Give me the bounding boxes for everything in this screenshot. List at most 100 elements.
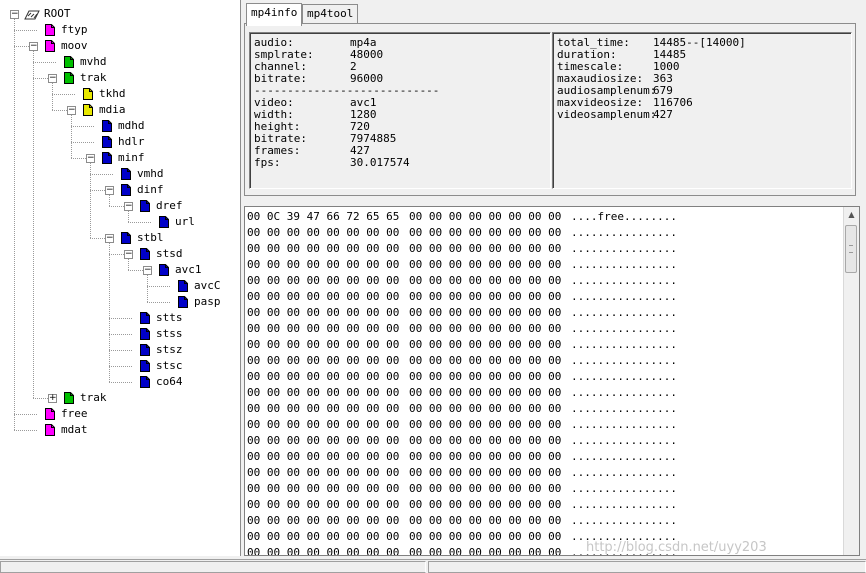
atom-icon <box>140 344 150 356</box>
tree-node-label: trak <box>80 391 107 404</box>
tree-node-label: trak <box>80 71 107 84</box>
root-icon <box>24 9 40 20</box>
tree-node-label: avc1 <box>175 263 202 276</box>
tab-mp4tool[interactable]: mp4tool <box>302 4 359 24</box>
tree-connector <box>90 158 91 238</box>
hex-bytes-right: 00 00 00 00 00 00 00 00 <box>409 354 562 367</box>
tree-connector <box>90 190 105 191</box>
atom-icon <box>83 104 93 116</box>
atom-tree[interactable]: − ROOT ftyp − moov mvhd − trak tkhd − mdia mdhd hdlr… <box>0 0 241 556</box>
scroll-up-icon[interactable]: ▲ <box>844 207 859 222</box>
tree-node-label: mdat <box>61 423 88 436</box>
hex-bytes-left: 00 00 00 00 00 00 00 00 <box>247 498 400 511</box>
hex-bytes-left: 00 00 00 00 00 00 00 00 <box>247 386 400 399</box>
collapse-toggle-icon[interactable]: − <box>124 202 133 211</box>
tree-connector <box>109 254 124 255</box>
atom-icon <box>159 264 169 276</box>
atom-icon <box>140 328 150 340</box>
tree-connector <box>128 270 143 271</box>
collapse-toggle-icon[interactable]: − <box>143 266 152 275</box>
hex-view[interactable]: 00 0C 39 47 66 72 65 65 00 00 00 00 00 00… <box>244 206 860 556</box>
tree-node-label: stsz <box>156 343 183 356</box>
atom-icon <box>102 136 112 148</box>
tree-node-label: free <box>61 407 88 420</box>
hex-bytes-left: 00 0C 39 47 66 72 65 65 <box>247 210 400 223</box>
hex-bytes-right: 00 00 00 00 00 00 00 00 <box>409 306 562 319</box>
hex-bytes-left: 00 00 00 00 00 00 00 00 <box>247 338 400 351</box>
hex-ascii: ................ <box>571 386 677 399</box>
stream-info-box[interactable]: audio: mp4a smplrate: 48000 channel: 2 bitrate… <box>249 32 551 189</box>
tree-node-label: pasp <box>194 295 221 308</box>
collapse-toggle-icon[interactable]: − <box>67 106 76 115</box>
atom-icon <box>45 40 55 52</box>
collapse-toggle-icon[interactable]: − <box>105 234 114 243</box>
tree-connector <box>90 174 113 175</box>
collapse-toggle-icon[interactable]: − <box>10 10 19 19</box>
atom-icon <box>45 424 55 436</box>
vertical-scrollbar[interactable]: ▲ <box>843 207 859 555</box>
collapse-toggle-icon[interactable]: − <box>48 74 57 83</box>
atom-icon <box>140 376 150 388</box>
atom-icon <box>45 408 55 420</box>
tree-node-label: ROOT <box>44 7 71 20</box>
hex-ascii: ................ <box>571 274 677 287</box>
hex-bytes-right: 00 00 00 00 00 00 00 00 <box>409 450 562 463</box>
atom-icon <box>140 360 150 372</box>
tree-node-label: dinf <box>137 183 164 196</box>
hex-bytes-left: 00 00 00 00 00 00 00 00 <box>247 354 400 367</box>
expand-toggle-icon[interactable]: + <box>48 394 57 403</box>
hex-ascii: ................ <box>571 466 677 479</box>
collapse-toggle-icon[interactable]: − <box>86 154 95 163</box>
info-value: 30.017574 <box>350 156 410 169</box>
hex-bytes-right: 00 00 00 00 00 00 00 00 <box>409 226 562 239</box>
tree-connector <box>14 46 29 47</box>
tab-mp4info[interactable]: mp4info <box>246 3 303 26</box>
hex-bytes-left: 00 00 00 00 00 00 00 00 <box>247 402 400 415</box>
tree-node-label: stsc <box>156 359 183 372</box>
hex-bytes-right: 00 00 00 00 00 00 00 00 <box>409 434 562 447</box>
atom-icon <box>83 88 93 100</box>
tree-connector <box>147 302 170 303</box>
hex-ascii: ................ <box>571 354 677 367</box>
tree-node-label: tkhd <box>99 87 126 100</box>
tree-connector <box>90 238 105 239</box>
file-info-box[interactable]: total_time: 14485--[14000] duration: 14485 t… <box>552 32 852 189</box>
hex-bytes-left: 00 00 00 00 00 00 00 00 <box>247 482 400 495</box>
hex-bytes-left: 00 00 00 00 00 00 00 00 <box>247 226 400 239</box>
tree-connector <box>14 430 37 431</box>
hex-bytes-right: 00 00 00 00 00 00 00 00 <box>409 546 562 556</box>
collapse-toggle-icon[interactable]: − <box>29 42 38 51</box>
tree-connector <box>71 158 86 159</box>
hex-ascii: ................ <box>571 514 677 527</box>
hex-bytes-right: 00 00 00 00 00 00 00 00 <box>409 338 562 351</box>
tree-node-label: co64 <box>156 375 183 388</box>
tree-connector <box>128 222 151 223</box>
collapse-toggle-icon[interactable]: − <box>124 250 133 259</box>
tree-connector <box>33 46 34 398</box>
info-value: 427 <box>653 108 673 121</box>
atom-icon <box>121 184 131 196</box>
atom-icon <box>178 280 188 292</box>
tree-connector <box>33 78 48 79</box>
hex-bytes-right: 00 00 00 00 00 00 00 00 <box>409 258 562 271</box>
hex-bytes-left: 00 00 00 00 00 00 00 00 <box>247 530 400 543</box>
hex-ascii: ................ <box>571 370 677 383</box>
tree-connector <box>109 366 132 367</box>
tree-connector <box>109 350 132 351</box>
tree-connector <box>33 62 56 63</box>
hex-ascii: ................ <box>571 450 677 463</box>
hex-bytes-right: 00 00 00 00 00 00 00 00 <box>409 386 562 399</box>
hex-ascii: ................ <box>571 322 677 335</box>
hex-bytes-right: 00 00 00 00 00 00 00 00 <box>409 482 562 495</box>
hex-bytes-right: 00 00 00 00 00 00 00 00 <box>409 210 562 223</box>
hex-ascii: ................ <box>571 242 677 255</box>
scroll-thumb[interactable] <box>845 225 857 273</box>
atom-icon <box>178 296 188 308</box>
collapse-toggle-icon[interactable]: − <box>105 186 114 195</box>
tree-connector <box>147 286 170 287</box>
tree-connector <box>109 318 132 319</box>
atom-icon <box>140 312 150 324</box>
atom-icon <box>121 168 131 180</box>
hex-bytes-right: 00 00 00 00 00 00 00 00 <box>409 322 562 335</box>
tree-node-label: mdhd <box>118 119 145 132</box>
